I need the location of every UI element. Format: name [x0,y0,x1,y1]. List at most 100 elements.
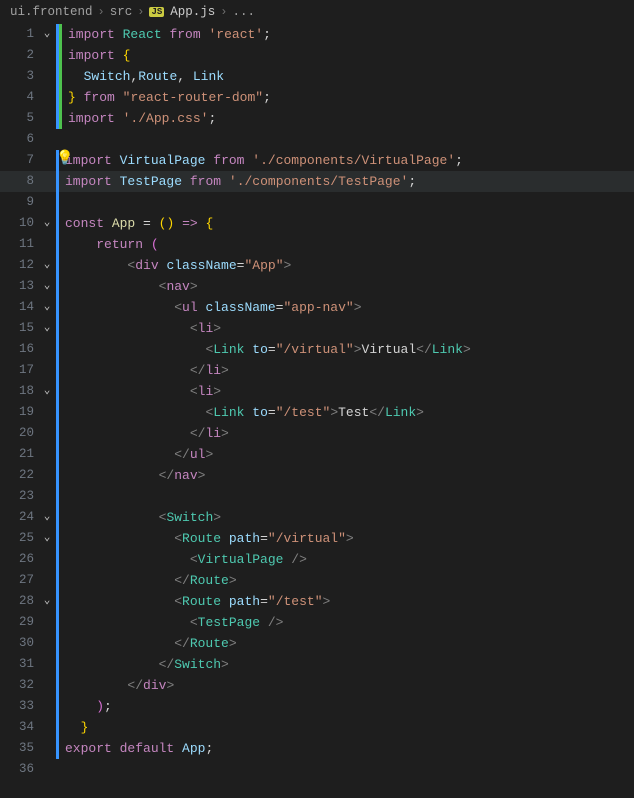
fold-toggle-icon[interactable]: ⌄ [38,255,56,276]
breadcrumb-tail[interactable]: ... [232,5,255,19]
code-line[interactable]: 17 </li> [0,360,634,381]
code-text[interactable]: <li> [59,381,634,402]
line-number[interactable]: 1 [0,24,38,45]
fold-toggle-icon[interactable]: ⌄ [38,318,56,339]
code-text[interactable]: return ( [59,234,634,255]
code-line[interactable]: 21 </ul> [0,444,634,465]
code-text[interactable]: </li> [59,423,634,444]
code-text[interactable]: <Switch> [59,507,634,528]
line-number[interactable]: 26 [0,549,38,570]
code-line[interactable]: 19 <Link to="/test">Test</Link> [0,402,634,423]
code-line[interactable]: 16 <Link to="/virtual">Virtual</Link> [0,339,634,360]
code-line[interactable]: 28⌄ <Route path="/test"> [0,591,634,612]
code-text[interactable]: </Route> [59,570,634,591]
line-number[interactable]: 25 [0,528,38,549]
code-line[interactable]: 32 </div> [0,675,634,696]
line-number[interactable]: 31 [0,654,38,675]
code-text[interactable]: <nav> [59,276,634,297]
code-text[interactable]: Switch,Route, Link [62,66,634,87]
line-number[interactable]: 35 [0,738,38,759]
line-number[interactable]: 21 [0,444,38,465]
code-line[interactable]: 36 [0,759,634,780]
breadcrumb-seg[interactable]: src [110,5,133,19]
code-line[interactable]: 14⌄ <ul className="app-nav"> [0,297,634,318]
code-text[interactable]: <li> [59,318,634,339]
line-number[interactable]: 8 [0,171,38,192]
line-number[interactable]: 23 [0,486,38,507]
code-line[interactable]: 12⌄ <div className="App"> [0,255,634,276]
line-number[interactable]: 30 [0,633,38,654]
code-text[interactable]: import './App.css'; [62,108,634,129]
code-line[interactable]: 8 import TestPage from './components/Test… [0,171,634,192]
code-line[interactable]: 4} from "react-router-dom"; [0,87,634,108]
breadcrumb-file[interactable]: App.js [170,5,215,19]
line-number[interactable]: 27 [0,570,38,591]
code-text[interactable]: const App = () => { [59,213,634,234]
code-line[interactable]: 25⌄ <Route path="/virtual"> [0,528,634,549]
code-line[interactable]: 35 export default App; [0,738,634,759]
code-editor[interactable]: 1⌄import React from 'react';2import {3 S… [0,24,634,780]
line-number[interactable]: 13 [0,276,38,297]
code-text[interactable]: <Link to="/test">Test</Link> [59,402,634,423]
line-number[interactable]: 36 [0,759,38,780]
line-number[interactable]: 28 [0,591,38,612]
fold-toggle-icon[interactable]: ⌄ [38,213,56,234]
code-line[interactable]: 29 <TestPage /> [0,612,634,633]
code-text[interactable]: export default App; [59,738,634,759]
code-line[interactable]: 30 </Route> [0,633,634,654]
code-line[interactable]: 13⌄ <nav> [0,276,634,297]
code-text[interactable]: </ul> [59,444,634,465]
code-line[interactable]: 1⌄import React from 'react'; [0,24,634,45]
line-number[interactable]: 12 [0,255,38,276]
line-number[interactable]: 17 [0,360,38,381]
code-line[interactable]: 7 import VirtualPage from './components/V… [0,150,634,171]
code-line[interactable]: 6 [0,129,634,150]
line-number[interactable]: 32 [0,675,38,696]
code-line[interactable]: 9 [0,192,634,213]
code-text[interactable]: <Route path="/virtual"> [59,528,634,549]
line-number[interactable]: 29 [0,612,38,633]
code-line[interactable]: 34 } [0,717,634,738]
code-text[interactable]: <TestPage /> [59,612,634,633]
line-number[interactable]: 22 [0,465,38,486]
code-text[interactable]: } from "react-router-dom"; [62,87,634,108]
line-number[interactable]: 33 [0,696,38,717]
line-number[interactable]: 9 [0,192,38,213]
line-number[interactable]: 5 [0,108,38,129]
line-number[interactable]: 19 [0,402,38,423]
fold-toggle-icon[interactable]: ⌄ [38,276,56,297]
fold-toggle-icon[interactable]: ⌄ [38,297,56,318]
breadcrumb[interactable]: ui.frontend › src › JS App.js › ... [0,0,634,24]
code-text[interactable]: </nav> [59,465,634,486]
line-number[interactable]: 11 [0,234,38,255]
line-number[interactable]: 7 [0,150,38,171]
code-line[interactable]: 33 ); [0,696,634,717]
line-number[interactable]: 16 [0,339,38,360]
lightbulb-icon[interactable]: 💡 [56,152,73,166]
code-text[interactable]: </div> [59,675,634,696]
line-number[interactable]: 3 [0,66,38,87]
code-line[interactable]: 18⌄ <li> [0,381,634,402]
code-text[interactable]: <div className="App"> [59,255,634,276]
line-number[interactable]: 20 [0,423,38,444]
code-text[interactable]: </li> [59,360,634,381]
code-text[interactable]: } [59,717,634,738]
code-text[interactable]: import TestPage from './components/TestP… [59,171,634,192]
line-number[interactable]: 34 [0,717,38,738]
code-line[interactable]: 10⌄const App = () => { [0,213,634,234]
breadcrumb-seg[interactable]: ui.frontend [10,5,93,19]
code-line[interactable]: 27 </Route> [0,570,634,591]
fold-toggle-icon[interactable]: ⌄ [38,381,56,402]
code-line[interactable]: 22 </nav> [0,465,634,486]
line-number[interactable]: 24 [0,507,38,528]
code-line[interactable]: 31 </Switch> [0,654,634,675]
code-line[interactable]: 26 <VirtualPage /> [0,549,634,570]
code-text[interactable]: import VirtualPage from './components/Vi… [59,150,634,171]
line-number[interactable]: 6 [0,129,38,150]
code-line[interactable]: 11 return ( [0,234,634,255]
code-line[interactable]: 24⌄ <Switch> [0,507,634,528]
code-line[interactable]: 5 import './App.css'; [0,108,634,129]
code-line[interactable]: 2import { [0,45,634,66]
line-number[interactable]: 10 [0,213,38,234]
code-text[interactable]: ); [59,696,634,717]
